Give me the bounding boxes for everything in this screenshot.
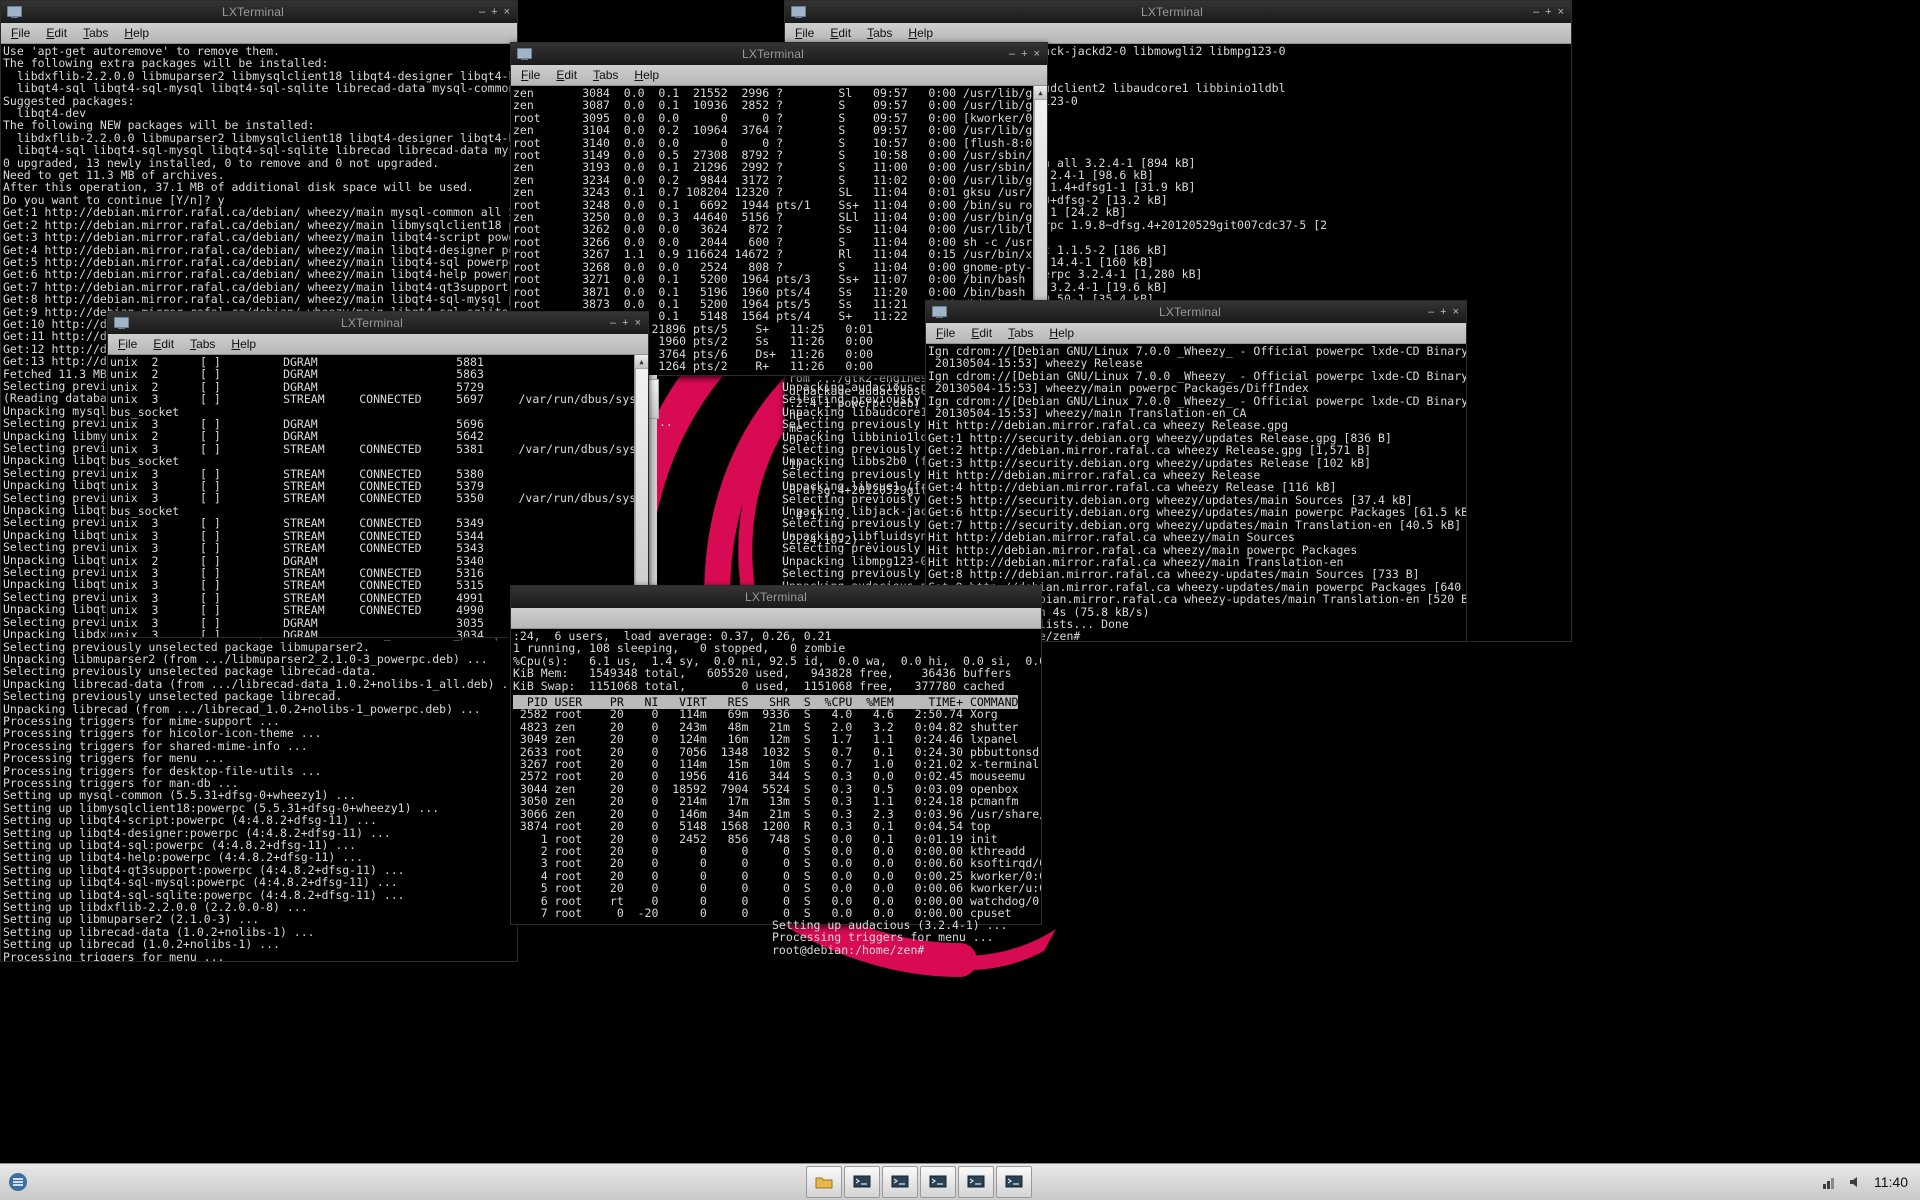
titlebar[interactable]: LXTerminal – + × [926,301,1466,323]
menubar[interactable]: File Edit Tabs Help [785,23,1571,44]
menu-edit[interactable]: Edit [46,26,67,40]
lxde-menu-icon [9,1173,27,1191]
menu-help[interactable]: Help [908,26,933,40]
close-button[interactable]: × [1558,6,1564,18]
minimize-button[interactable]: – [479,6,485,18]
close-button[interactable]: × [635,317,641,329]
launcher-terminal-2[interactable] [882,1166,918,1198]
menu-file[interactable]: File [936,326,955,340]
menu-tabs[interactable]: Tabs [1008,326,1033,340]
maximize-button[interactable]: + [1545,6,1551,18]
terminal-icon [515,47,533,61]
start-menu-button[interactable] [0,1164,36,1200]
menu-help[interactable]: Help [124,26,149,40]
window-buttons[interactable]: – + × [1009,48,1047,60]
menubar[interactable]: File Edit Tabs Help [926,323,1466,344]
menu-edit[interactable]: Edit [153,337,174,351]
maximize-button[interactable]: + [1440,306,1446,318]
terminal-output-area[interactable]: Setting up audacious (3.2.4-1) ... Proce… [770,918,1050,960]
terminal-output-area[interactable]: Unpacking audacious-pl Selecting previou… [645,375,935,600]
menu-file[interactable]: File [521,68,540,82]
menu-tabs[interactable]: Tabs [867,26,892,40]
launcher-terminal-5[interactable] [996,1166,1032,1198]
minimize-button[interactable]: – [1009,48,1015,60]
network-icon[interactable] [1822,1174,1838,1190]
menu-tabs[interactable]: Tabs [83,26,108,40]
scrollbar-thumb[interactable] [635,368,648,610]
menu-help[interactable]: Help [231,337,256,351]
menu-edit[interactable]: Edit [830,26,851,40]
terminal-icon [929,1175,947,1188]
maximize-button[interactable]: + [1021,48,1027,60]
scrollbar-thumb[interactable] [1034,99,1047,301]
menubar[interactable]: File Edit Tabs Help [108,334,648,355]
menu-file[interactable]: File [795,26,814,40]
window-title: LXTerminal [744,590,808,604]
scroll-up-icon[interactable]: ▲ [1034,86,1047,100]
window-buttons[interactable]: – + × [610,317,648,329]
menu-edit[interactable]: Edit [971,326,992,340]
terminal-icon [112,316,130,330]
top-summary-text: :24, 6 users, load average: 0.37, 0.26, … [513,629,1041,693]
terminal-icon [967,1175,985,1188]
terminal-icon [930,305,948,319]
menubar[interactable]: File Edit Tabs Help [511,65,1047,86]
window-buttons[interactable]: – + × [1533,6,1571,18]
scroll-up-icon[interactable]: ▲ [635,355,648,369]
close-button[interactable]: × [1034,48,1040,60]
terminal-icon [5,5,23,19]
window-top[interactable]: LXTerminal :24, 6 users, load average: 0… [510,585,1042,925]
menu-help[interactable]: Help [1049,326,1074,340]
system-tray[interactable]: 11:40 [1822,1174,1920,1190]
minimize-button[interactable]: – [1533,6,1539,18]
top-process-table: PID USER PR NI VIRT RES SHR S %CPU %MEM … [513,695,1041,920]
close-button[interactable]: × [1453,306,1459,318]
titlebar[interactable]: LXTerminal – + × [785,1,1571,23]
menu-help[interactable]: Help [634,68,659,82]
terminal-text: Setting up audacious (3.2.4-1) ... Proce… [772,918,1008,957]
terminal-icon [1005,1175,1023,1188]
launcher-terminal-3[interactable] [920,1166,956,1198]
menu-file[interactable]: File [11,26,30,40]
file-manager-icon [815,1177,833,1189]
desktop: LXTerminal – + × File Edit Tabs Help Use… [0,0,1920,1200]
window-title: LXTerminal [1158,305,1222,319]
menubar[interactable]: File Edit Tabs Help [1,23,517,44]
terminal-icon [853,1175,871,1188]
menu-file[interactable]: File [118,337,137,351]
clock[interactable]: 11:40 [1874,1174,1908,1190]
launcher-terminal-4[interactable] [958,1166,994,1198]
titlebar[interactable]: LXTerminal – + × [511,43,1047,65]
window-title: LXTerminal [741,47,805,61]
window-audacious-install[interactable]: Unpacking audacious-pl Selecting previou… [645,375,935,600]
titlebar[interactable]: LXTerminal – + × [1,1,517,23]
titlebar[interactable]: LXTerminal – + × [108,312,648,334]
window-title: LXTerminal [221,5,285,19]
window-buttons[interactable]: – + × [1428,306,1466,318]
terminal-icon [891,1175,909,1188]
minimize-button[interactable]: – [1428,306,1434,318]
close-button[interactable]: × [504,6,510,18]
terminal-icon [789,5,807,19]
window-bottom-status[interactable]: Setting up audacious (3.2.4-1) ... Proce… [770,918,1050,960]
maximize-button[interactable]: + [622,317,628,329]
launcher-bar[interactable] [806,1166,1032,1198]
terminal-text: Unpacking audacious-pl Selecting previou… [782,380,935,592]
minimize-button[interactable]: – [610,317,616,329]
menu-tabs[interactable]: Tabs [190,337,215,351]
window-title: LXTerminal [340,316,404,330]
window-buttons[interactable]: – + × [479,6,517,18]
maximize-button[interactable]: + [491,6,497,18]
volume-icon[interactable] [1848,1174,1864,1190]
terminal-output-area[interactable]: :24, 6 users, load average: 0.37, 0.26, … [511,629,1041,924]
menu-edit[interactable]: Edit [556,68,577,82]
titlebar[interactable]: LXTerminal [511,586,1041,608]
launcher-terminal-1[interactable] [844,1166,880,1198]
menubar[interactable] [511,608,1041,629]
taskbar[interactable]: 11:40 [0,1163,1920,1200]
menu-tabs[interactable]: Tabs [593,68,618,82]
launcher-file-manager[interactable] [806,1166,842,1198]
window-title: LXTerminal [1140,5,1204,19]
